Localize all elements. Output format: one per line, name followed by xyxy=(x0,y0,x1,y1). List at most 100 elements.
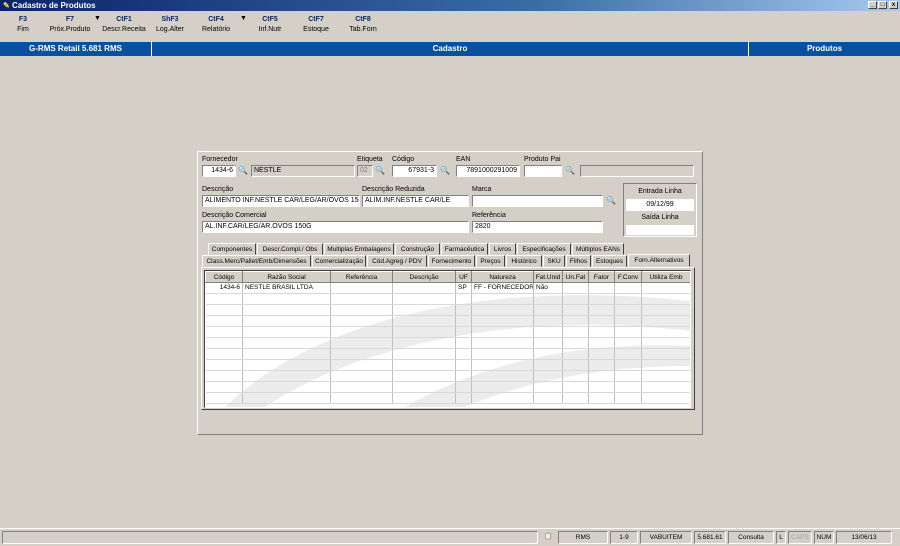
tab-multiplas-embalagens[interactable]: Multiplas Embalagens xyxy=(324,243,394,255)
codigo-field[interactable]: 67931-3 xyxy=(392,165,437,177)
status-mode: Consulta xyxy=(728,531,774,544)
table-row[interactable] xyxy=(205,337,690,349)
toolbar-tab-forn-button[interactable]: CtF8 Tab.Forn xyxy=(346,15,380,36)
toolbar-fim-button[interactable]: F3 Fim xyxy=(10,15,36,36)
column-header-codigo[interactable]: Código xyxy=(205,271,243,283)
saida-linha-field[interactable] xyxy=(626,225,694,235)
status-system: RMS xyxy=(558,531,608,544)
cell-fat-unid[interactable]: Não xyxy=(533,282,563,294)
tab-comercializacao[interactable]: Comercialização xyxy=(312,255,366,267)
binoculars-search-icon[interactable]: 🔍 xyxy=(439,165,451,177)
codigo-label: Código xyxy=(392,156,415,163)
tab-forn-alternativos[interactable]: Forn.Alternativos xyxy=(628,254,690,267)
binoculars-search-icon[interactable]: 🔍 xyxy=(564,165,576,177)
shortcut-key: F3 xyxy=(18,16,28,23)
column-header-fat-unid[interactable]: Fat.Unid xyxy=(533,271,563,283)
toolbar: F3 Fim F7 Próx.Produto ▼ CtF1 Descr.Rece… xyxy=(0,11,900,42)
table-row[interactable] xyxy=(205,392,690,404)
marca-field[interactable] xyxy=(472,195,603,207)
tab-multiplos-eans[interactable]: Múltiplos EANs xyxy=(572,243,624,255)
table-row[interactable] xyxy=(205,348,690,360)
toolbar-log-alter-button[interactable]: ShF3 Log.Alter xyxy=(152,15,188,36)
tab-construcao[interactable]: Construção xyxy=(395,243,440,255)
descricao-comercial-field[interactable]: AL.INF.CAR/LEG/AR.OVOS 150G xyxy=(202,221,469,233)
binoculars-search-icon[interactable]: 🔍 xyxy=(374,165,386,177)
column-header-fator[interactable]: Fator xyxy=(588,271,615,283)
table-row[interactable] xyxy=(205,359,690,371)
tab-estoques[interactable]: Estoques xyxy=(592,255,627,267)
forn-alternativos-grid[interactable]: Código Razão Social Referência Descrição… xyxy=(204,270,691,408)
cell-codigo[interactable]: 1434-6 xyxy=(205,282,243,294)
restore-button[interactable]: □ xyxy=(878,1,887,9)
tab-componentes[interactable]: Componentes xyxy=(208,243,256,255)
cell-descricao[interactable] xyxy=(392,282,456,294)
tab-fornecimento[interactable]: Fornecimento xyxy=(428,255,475,267)
ean-field[interactable]: 7891000291009 xyxy=(456,165,520,177)
toolbar-proximo-produto-button[interactable]: F7 Próx.Produto xyxy=(46,15,94,36)
etiqueta-field[interactable]: 02 xyxy=(357,165,373,177)
toolbar-estoque-button[interactable]: CtF7 Estoque xyxy=(300,15,332,36)
cell-fator[interactable] xyxy=(588,282,615,294)
descricao-reduzida-field[interactable]: ALIM.INF.NESTLE CAR/LE xyxy=(362,195,469,207)
binoculars-search-icon[interactable]: 🔍 xyxy=(237,165,249,177)
tab-historico[interactable]: Histórico xyxy=(506,255,542,267)
cell-natureza[interactable]: FF - FORNECEDOR xyxy=(471,282,534,294)
tab-sku[interactable]: SKU xyxy=(543,255,565,267)
column-header-f-conv[interactable]: F.Conv xyxy=(614,271,642,283)
shortcut-key: CtF7 xyxy=(308,16,324,23)
minimize-button[interactable]: _ xyxy=(868,1,877,9)
cell-utiliza-emb[interactable] xyxy=(641,282,690,294)
status-l: L xyxy=(776,531,786,544)
column-header-natureza[interactable]: Natureza xyxy=(471,271,534,283)
fornecedor-code-field[interactable]: 1434-6 xyxy=(202,165,236,177)
button-label: Próx.Produto xyxy=(49,26,91,33)
entrada-linha-field[interactable]: 09/12/99 xyxy=(626,199,694,211)
tab-filhos[interactable]: Filhos xyxy=(566,255,591,267)
cell-uf[interactable]: SP xyxy=(455,282,472,294)
tab-descr-compl-obs[interactable]: Descr.Compl./ Obs xyxy=(257,243,323,255)
toolbar-relatorio-button[interactable]: CtF4 Relatório xyxy=(198,15,234,36)
tab-farmaceutica[interactable]: Farmacêutica xyxy=(441,243,488,255)
referencia-field[interactable]: 2820 xyxy=(472,221,603,233)
column-header-razao-social[interactable]: Razão Social xyxy=(242,271,331,283)
toolbar-inf-nutr-button[interactable]: CtF5 Inf.Nutr xyxy=(254,15,286,36)
cell-razao-social[interactable]: NESTLE BRASIL LTDA xyxy=(242,282,331,294)
column-header-uf[interactable]: UF xyxy=(455,271,472,283)
button-label: Tab.Forn xyxy=(349,26,377,33)
table-row[interactable] xyxy=(205,304,690,316)
column-header-un-fat[interactable]: Un.Fat xyxy=(562,271,589,283)
table-row[interactable]: 1434-6 NESTLE BRASIL LTDA SP FF - FORNEC… xyxy=(205,282,690,294)
column-header-descricao[interactable]: Descrição xyxy=(392,271,456,283)
table-row[interactable] xyxy=(205,293,690,305)
button-label: Relatório xyxy=(201,26,230,33)
clipboard-icon[interactable]: 📋 xyxy=(540,531,556,544)
descricao-field[interactable]: ALIMENTO INF.NESTLE CAR/LEG/AR/OVOS 150G xyxy=(202,195,360,207)
fornecedor-label: Fornecedor xyxy=(202,156,238,163)
app-version-label: G-RMS Retail 5.681 RMS xyxy=(0,42,152,56)
tab-livros[interactable]: Livros xyxy=(489,243,516,255)
marca-label: Marca xyxy=(472,186,492,193)
toolbar-descr-receita-button[interactable]: CtF1 Descr.Receita xyxy=(100,15,148,36)
cell-f-conv[interactable] xyxy=(614,282,642,294)
table-row[interactable] xyxy=(205,381,690,393)
column-header-utiliza-emb[interactable]: Utiliza Emb xyxy=(641,271,690,283)
close-button[interactable]: x xyxy=(889,1,898,9)
dropdown-arrow-icon[interactable]: ▼ xyxy=(240,15,247,22)
status-date: 13/06/13 xyxy=(836,531,892,544)
status-page: 1-9 xyxy=(610,531,638,544)
produto-pai-field[interactable] xyxy=(524,165,562,177)
tab-precos[interactable]: Preços xyxy=(476,255,505,267)
tab-cod-agreg-pdv[interactable]: Cód.Agreg / PDV xyxy=(367,255,427,267)
shortcut-key: CtF5 xyxy=(262,16,278,23)
tab-especificacoes[interactable]: Especificações xyxy=(517,243,571,255)
table-row[interactable] xyxy=(205,370,690,382)
cell-referencia[interactable] xyxy=(330,282,393,294)
header-band: G-RMS Retail 5.681 RMS Cadastro Produtos xyxy=(0,42,900,56)
fornecedor-name-field: NESTLE xyxy=(251,165,355,177)
column-header-referencia[interactable]: Referência xyxy=(330,271,393,283)
table-row[interactable] xyxy=(205,326,690,338)
table-row[interactable] xyxy=(205,315,690,327)
binoculars-search-icon[interactable]: 🔍 xyxy=(605,195,617,207)
cell-un-fat[interactable] xyxy=(562,282,589,294)
tab-class-merc-pallet[interactable]: Class.Merc/Pallet/Emb/Dimensões xyxy=(202,255,311,267)
